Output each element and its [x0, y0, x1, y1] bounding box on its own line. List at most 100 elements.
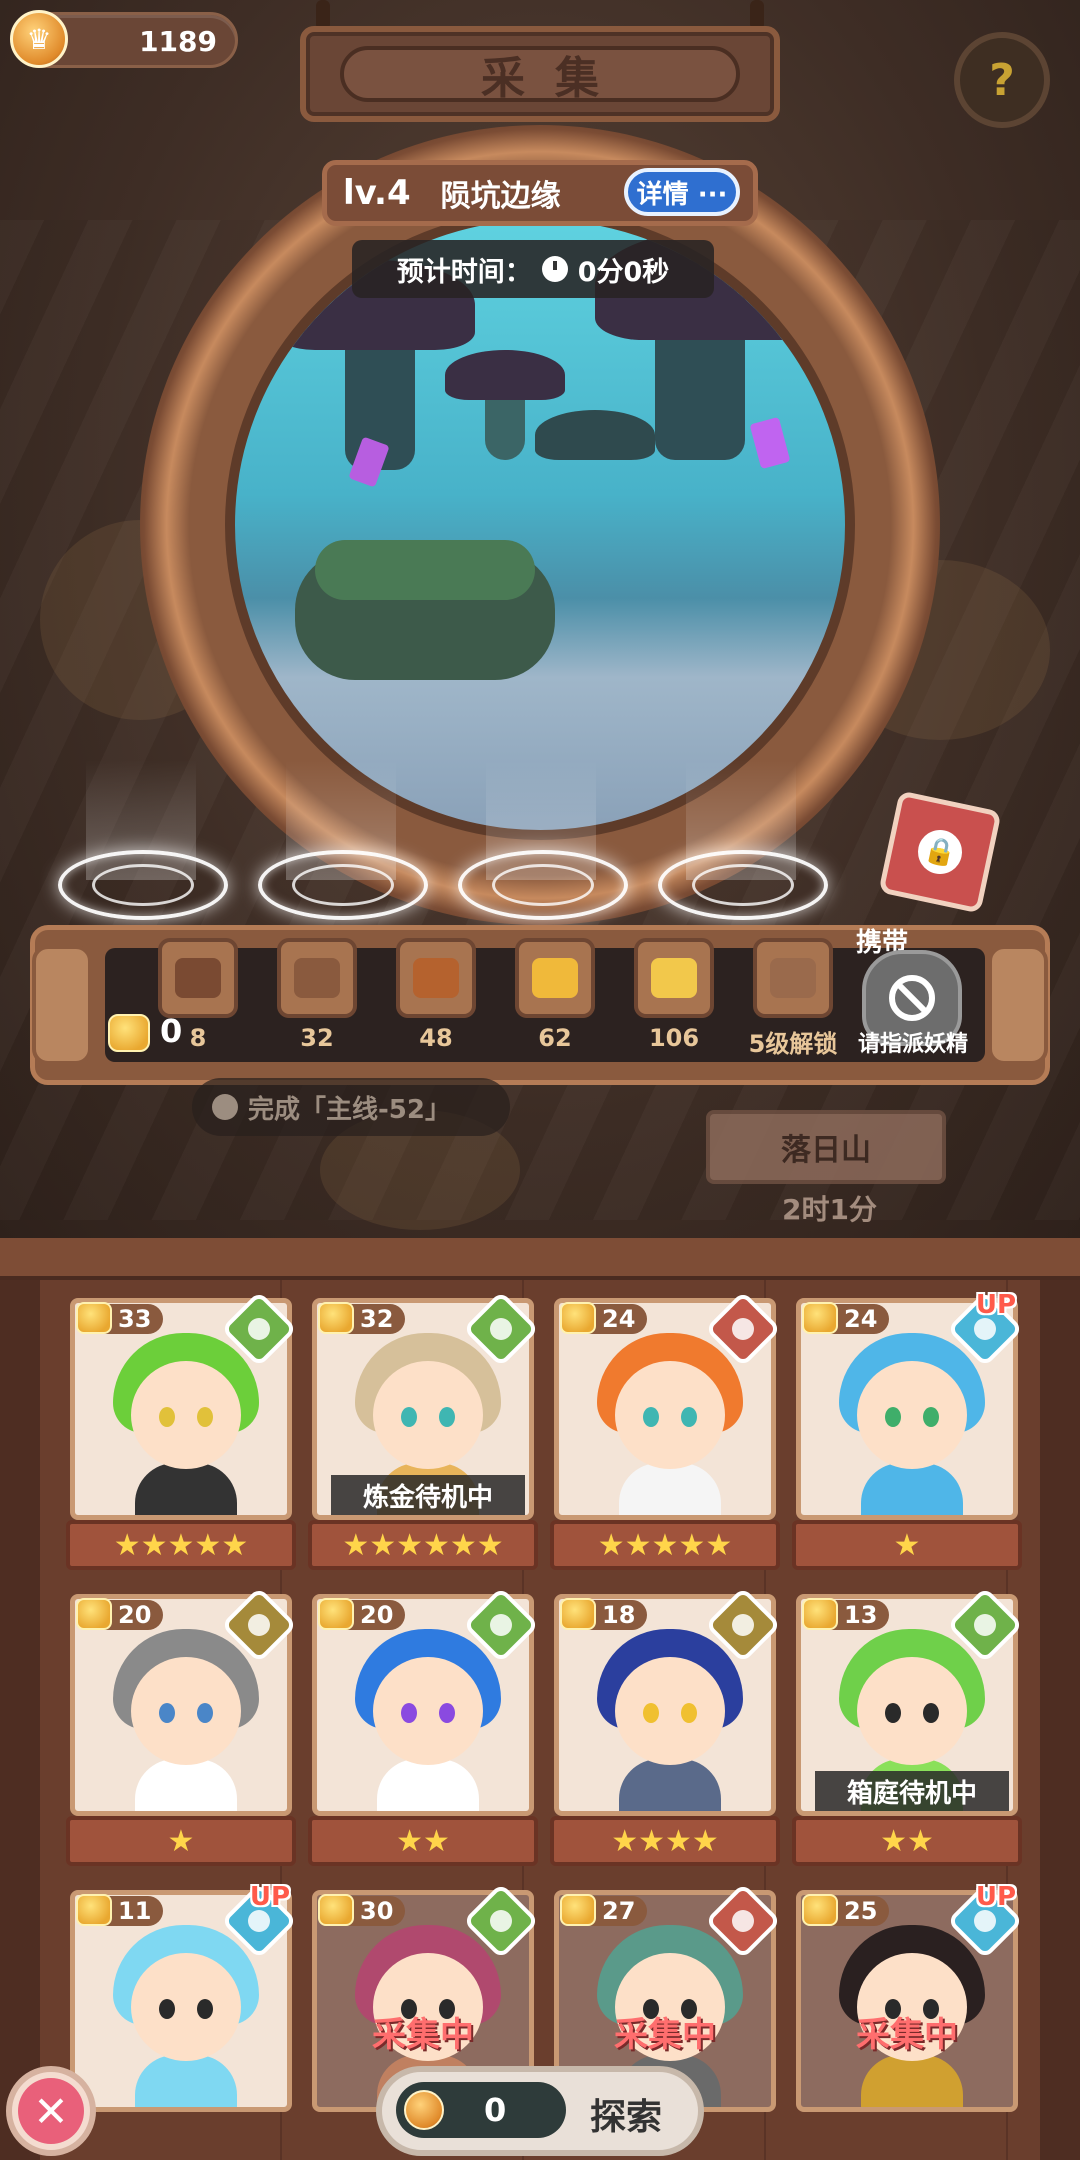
lock-icon: 🔒 — [913, 825, 967, 879]
bonus-up-tag: UP — [249, 1882, 290, 1912]
fairy-face — [857, 1657, 967, 1765]
shelf-post — [32, 945, 92, 1065]
ban-icon — [889, 975, 935, 1021]
fairy-level-badge: 33 — [72, 1298, 172, 1338]
element-glyph-icon — [974, 1318, 996, 1340]
fairy-level-badge: 27 — [556, 1890, 656, 1930]
next-stage-sign[interactable]: 落日山 — [706, 1110, 946, 1184]
element-glyph-icon — [490, 1318, 512, 1340]
reward-requirement: 62 — [538, 1024, 572, 1052]
reward-item-slot[interactable] — [396, 938, 476, 1018]
cabinet-side — [1040, 1280, 1080, 2160]
reward-item-slot[interactable] — [634, 938, 714, 1018]
honey-icon — [318, 1598, 354, 1630]
element-glyph-icon — [732, 1910, 754, 1932]
fairy-eye — [159, 1999, 175, 2019]
stage-level: lv.4 — [343, 173, 411, 213]
fairy-level-badge: 25 — [798, 1890, 898, 1930]
element-glyph-icon — [490, 1614, 512, 1636]
gathering-label: 采集中 — [614, 2015, 716, 2055]
fairy-card[interactable]: 20 ★★ — [308, 1586, 540, 1886]
element-glyph-icon — [732, 1318, 754, 1340]
explore-label: 探索 — [590, 2097, 663, 2138]
fairy-face — [131, 1361, 241, 1469]
star-rating: ★★★★★ — [550, 1520, 780, 1570]
fairy-body — [377, 1759, 479, 1811]
fairy-card[interactable]: 采集中 25 UP — [796, 1882, 1024, 2160]
honey-icon — [76, 1302, 112, 1334]
honey-icon — [802, 1894, 838, 1926]
element-glyph-icon — [248, 1614, 270, 1636]
honey-icon — [76, 1598, 112, 1630]
fairy-eye — [197, 1999, 213, 2019]
fairy-level-badge: 30 — [314, 1890, 414, 1930]
fairy-card[interactable]: 20 ★ — [66, 1586, 298, 1886]
details-button[interactable]: 详情 ··· — [624, 168, 740, 216]
fairy-card[interactable]: 11 UP — [70, 1882, 298, 2160]
title-sign: 采集 — [300, 26, 780, 122]
reward-item-slot[interactable] — [515, 938, 595, 1018]
time-value: 0分0秒 — [577, 256, 670, 288]
crown-coin-icon — [404, 2090, 444, 2130]
close-button[interactable]: ✕ — [6, 2066, 96, 2156]
quest-lock-text: 完成「主线-52」 — [248, 1094, 451, 1125]
reward-requirement: 106 — [648, 1024, 700, 1052]
reward-item-slot[interactable] — [753, 938, 833, 1018]
fairy-eye — [401, 1407, 417, 1427]
fairy-card[interactable]: 24 UP ★ — [792, 1290, 1024, 1590]
cabinet-side — [0, 1280, 40, 2160]
cabinet-top — [0, 1238, 1080, 1280]
fairy-slot-4[interactable] — [658, 850, 828, 920]
fairy-eye — [439, 1407, 455, 1427]
question-mark-icon: ? — [989, 54, 1015, 106]
fairy-eye — [197, 1407, 213, 1427]
lock-icon — [212, 1094, 238, 1120]
reward-item-icon — [175, 958, 221, 998]
fairy-level-badge: 24 — [798, 1298, 898, 1338]
fairy-body — [135, 2055, 237, 2107]
honey-icon — [802, 1598, 838, 1630]
time-label: 预计时间： — [396, 256, 532, 288]
fairy-face — [373, 1657, 483, 1765]
fairy-face — [131, 1953, 241, 2061]
fairy-card[interactable]: 18 ★★★★ — [550, 1586, 782, 1886]
gathering-label: 采集中 — [856, 2015, 958, 2055]
element-glyph-icon — [732, 1614, 754, 1636]
stage-scene — [225, 210, 855, 840]
fairy-card[interactable]: 33 ★★★★★ — [66, 1290, 298, 1590]
gathering-label: 采集中 — [372, 2015, 474, 2055]
fairy-level-badge: 20 — [314, 1594, 414, 1634]
star-rating: ★ — [792, 1520, 1022, 1570]
fairy-face — [373, 1361, 483, 1469]
honey-icon — [318, 1302, 354, 1334]
fairy-eye — [681, 1703, 697, 1723]
fairy-body — [861, 2055, 963, 2107]
bonus-up-tag: UP — [975, 1882, 1016, 1912]
element-glyph-icon — [974, 1910, 996, 1932]
fairy-eye — [923, 1407, 939, 1427]
reward-item-slot[interactable] — [158, 938, 238, 1018]
reward-item-slot[interactable] — [277, 938, 357, 1018]
mountain-name: 落日山 — [781, 1133, 871, 1168]
help-button[interactable]: ? — [954, 32, 1050, 128]
star-rating: ★ — [66, 1816, 296, 1866]
reward-item-icon — [413, 958, 459, 998]
fairy-eye — [643, 1703, 659, 1723]
element-glyph-icon — [248, 1910, 270, 1932]
locked-reward-icon — [770, 958, 816, 998]
fairy-card[interactable]: 24 ★★★★★ — [550, 1290, 782, 1590]
fairy-level-badge: 20 — [72, 1594, 172, 1634]
fairy-slot-2[interactable] — [258, 850, 428, 920]
fairy-slot-1[interactable] — [58, 850, 228, 920]
fairy-eye — [439, 1703, 455, 1723]
fairy-body — [619, 1463, 721, 1515]
fairy-level-badge: 32 — [314, 1298, 414, 1338]
locked-slot-card[interactable]: 🔒 — [878, 790, 1002, 914]
fairy-card[interactable]: 箱庭待机中 13 ★★ — [792, 1586, 1024, 1886]
close-x-icon: ✕ — [18, 2078, 84, 2144]
element-glyph-icon — [974, 1614, 996, 1636]
fairy-face — [615, 1657, 725, 1765]
fairy-card[interactable]: 炼金待机中 32 ★★★★★★ — [308, 1290, 540, 1590]
fairy-slot-3[interactable] — [458, 850, 628, 920]
reward-requirement: 48 — [419, 1024, 453, 1052]
